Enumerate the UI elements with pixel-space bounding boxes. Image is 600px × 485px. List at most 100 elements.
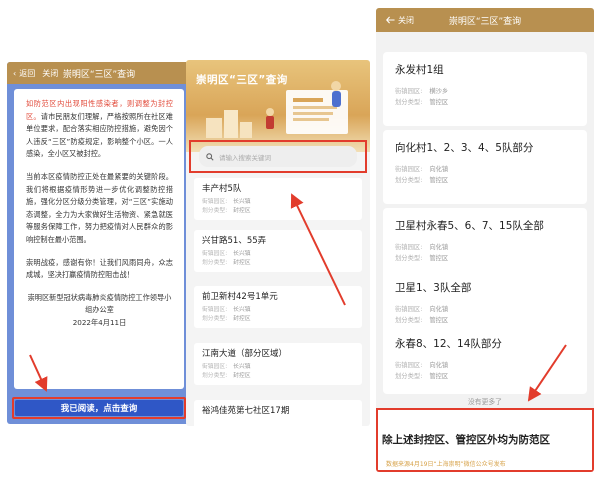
type-key: 划分类型:	[202, 260, 228, 266]
result-type-row: 划分类型: 管控区	[395, 253, 575, 264]
result-type-row: 划分类型: 管控区	[395, 97, 575, 108]
street-key: 街镇园区:	[395, 88, 423, 95]
header-bar: ‹ 返回 关闭 崇明区“三区”查询	[7, 62, 191, 84]
letter-paragraph-3: 崇明战疫，感谢有你！让我们风雨同舟，众志成城，坚决打赢疫情防控阻击战！	[26, 257, 173, 280]
search-icon	[206, 152, 214, 161]
street-key: 街镇园区:	[202, 364, 228, 370]
result-card[interactable]: 裕鸿佳苑第七社区17期	[194, 400, 362, 426]
type-value: 管控区	[429, 317, 449, 324]
result-name: 江南大道（部分区域）	[202, 349, 288, 359]
arrow-left-icon	[386, 16, 395, 24]
back-control[interactable]: ‹ 返回 关闭	[13, 68, 58, 79]
search-input[interactable]: 请输入搜索关键词	[199, 146, 357, 167]
street-key: 街镇园区:	[395, 306, 423, 313]
street-key: 街镇园区:	[202, 251, 228, 257]
result-street-row: 街镇园区: 长兴镇	[202, 250, 354, 259]
letter-signature: 崇明区新型冠状病毒肺炎疫情防控工作领导小组办公室	[27, 292, 172, 315]
result-street-row: 街镇园区: 向化镇	[395, 304, 575, 315]
type-key: 划分类型:	[202, 373, 228, 379]
street-value: 长兴镇	[233, 251, 251, 257]
panel-notice-letter: ‹ 返回 关闭 崇明区“三区”查询 如防范区内出现阳性感染者，则调整为封控区。请…	[7, 62, 191, 424]
result-street-row: 街镇园区: 向化镇	[395, 164, 575, 175]
chevron-left-icon: ‹	[13, 68, 17, 78]
result-name: 裕鸿佳苑第七社区17期	[202, 406, 290, 416]
cta-highlight-box: 我已阅读，点击查询	[12, 397, 186, 419]
street-value: 向化镇	[429, 166, 449, 173]
screenshot-collage: ‹ 返回 关闭 崇明区“三区”查询 如防范区内出现阳性感染者，则调整为封控区。请…	[0, 0, 600, 485]
street-value: 长兴镇	[233, 307, 251, 313]
street-value: 长兴镇	[233, 364, 251, 370]
search-highlight-box: 请输入搜索关键词	[189, 140, 367, 173]
result-card[interactable]: 兴甘路51、55弄 街镇园区: 长兴镇 划分类型: 封控区	[194, 230, 362, 272]
street-value: 向化镇	[429, 244, 449, 251]
result-name: 永春8、12、14队部分	[395, 338, 502, 350]
result-name: 丰产村5队	[202, 184, 242, 194]
result-street-row: 街镇园区: 长兴镇	[202, 198, 354, 207]
result-card[interactable]: 向化村1、2、3、4、5队部分 街镇园区: 向化镇 划分类型: 管控区	[383, 130, 587, 204]
result-name: 卫星村永春5、6、7、15队全部	[395, 220, 544, 232]
result-type-row: 划分类型: 封控区	[202, 315, 354, 324]
type-value: 封控区	[233, 373, 251, 379]
result-type-row: 划分类型: 封控区	[202, 207, 354, 216]
street-key: 街镇园区:	[202, 199, 228, 205]
letter-paragraph-1: 如防范区内出现阳性感染者，则调整为封控区。请市民朋友们理解，严格按照所在社区难单…	[26, 98, 173, 161]
result-card[interactable]: 丰产村5队 街镇园区: 长兴镇 划分类型: 封控区	[194, 178, 362, 220]
result-card[interactable]: 永发村1组 街镇园区: 横沙乡 划分类型: 管控区	[383, 52, 587, 126]
result-type-row: 划分类型: 封控区	[202, 372, 354, 381]
footer-highlight-box: 除上述封控区、管控区外均为防范区 数据来源4月19日“上海崇明”微信公众号发布	[376, 408, 594, 472]
result-name: 永发村1组	[395, 64, 444, 76]
panel-search: 崇明区“三区”查询 请输入搜索关键词 丰产村5队 街镇园区: 长兴镇 划分类型:…	[186, 60, 370, 426]
result-street-row: 街镇园区: 长兴镇	[202, 306, 354, 315]
back-label: 返回	[19, 68, 36, 78]
type-value: 封控区	[233, 208, 251, 214]
street-key: 街镇园区:	[202, 307, 228, 313]
read-and-query-button[interactable]: 我已阅读，点击查询	[15, 400, 183, 416]
type-value: 封控区	[233, 316, 251, 322]
result-card[interactable]: 江南大道（部分区域） 街镇园区: 长兴镇 划分类型: 封控区	[194, 343, 362, 385]
result-type-row: 划分类型: 管控区	[395, 371, 575, 382]
type-key: 划分类型:	[395, 177, 423, 184]
close-label[interactable]: 关闭	[398, 15, 414, 26]
type-key: 划分类型:	[202, 316, 228, 322]
notice-letter: 如防范区内出现阳性感染者，则调整为封控区。请市民朋友们理解，严格按照所在社区难单…	[14, 89, 184, 389]
result-type-row: 划分类型: 管控区	[395, 175, 575, 186]
result-card[interactable]: 永春8、12、14队部分 街镇园区: 向化镇 划分类型: 管控区	[383, 326, 587, 394]
result-name: 兴甘路51、55弄	[202, 236, 267, 246]
footer-title: 除上述封控区、管控区外均为防范区	[382, 434, 550, 446]
result-street-row: 街镇园区: 向化镇	[395, 360, 575, 371]
type-key: 划分类型:	[395, 99, 423, 106]
street-key: 街镇园区:	[395, 362, 423, 369]
panel-results-list: 关闭 崇明区“三区”查询 永发村1组 街镇园区: 横沙乡 划分类型: 管控区 向化村…	[376, 8, 594, 472]
letter-date: 2022年4月11日	[72, 317, 127, 327]
type-value: 管控区	[429, 99, 449, 106]
query-banner: 崇明区“三区”查询	[186, 60, 370, 152]
street-value: 长兴镇	[233, 199, 251, 205]
banner-illustration	[206, 81, 348, 138]
type-value: 管控区	[429, 177, 449, 184]
close-label[interactable]: 关闭	[42, 68, 58, 79]
no-more-text: 没有更多了	[468, 398, 502, 406]
type-value: 管控区	[429, 255, 449, 262]
type-key: 划分类型:	[395, 373, 423, 380]
street-value: 向化镇	[429, 362, 449, 369]
type-value: 封控区	[233, 260, 251, 266]
result-name: 前卫新村42号1单元	[202, 292, 278, 302]
header-bar: 关闭 崇明区“三区”查询	[376, 8, 594, 32]
result-name: 向化村1、2、3、4、5队部分	[395, 142, 534, 154]
result-street-row: 街镇园区: 横沙乡	[395, 86, 575, 97]
result-type-row: 划分类型: 封控区	[202, 259, 354, 268]
result-street-row: 街镇园区: 向化镇	[395, 242, 575, 253]
letter-paragraph-2: 当前本区疫情防控正处在最紧要的关键阶段。我们将根据疫情形势进一步优化调整防控措施…	[26, 171, 173, 244]
result-type-row: 划分类型: 管控区	[395, 315, 575, 326]
search-placeholder: 请输入搜索关键词	[219, 153, 271, 162]
result-street-row: 街镇园区: 长兴镇	[202, 363, 354, 372]
result-card[interactable]: 前卫新村42号1单元 街镇园区: 长兴镇 划分类型: 封控区	[194, 286, 362, 328]
type-key: 划分类型:	[202, 208, 228, 214]
back-control[interactable]: 关闭	[386, 15, 414, 26]
type-key: 划分类型:	[395, 317, 423, 324]
street-value: 横沙乡	[429, 88, 449, 95]
type-key: 划分类型:	[395, 255, 423, 262]
letter-paragraph-1-text: 请市民朋友们理解，严格按照所在社区难单位要求，配合落实相应防控措施，避免因个人违…	[26, 111, 173, 159]
street-key: 街镇园区:	[395, 244, 423, 251]
result-name: 卫星1、3队全部	[395, 282, 472, 294]
